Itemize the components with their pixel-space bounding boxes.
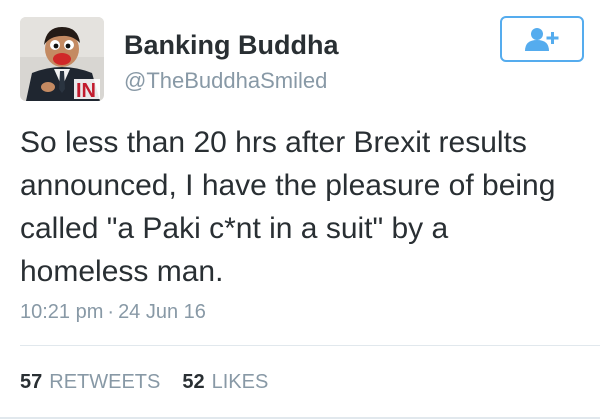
svg-text:IN: IN	[76, 80, 96, 101]
add-user-icon	[525, 28, 559, 51]
timestamp-separator: ·	[107, 301, 115, 323]
tweet-timestamp[interactable]: 10:21 pm · 24 Jun 16	[20, 301, 206, 324]
likes-count: 52	[182, 371, 205, 393]
tweet-text-line: homeless man.	[20, 255, 224, 288]
user-handle[interactable]: @TheBuddhaSmiled	[124, 68, 327, 94]
tweet-text-line: So less than 20 hrs after Brexit results	[20, 126, 527, 159]
tweet-text-line: announced, I have the pleasure of being	[20, 169, 556, 202]
likes-label: LIKES	[211, 371, 269, 393]
tweet-card: IN Banking Buddha @TheBuddhaSmiled So le…	[0, 0, 600, 419]
display-name[interactable]: Banking Buddha	[124, 30, 339, 61]
tweet-date: 24 Jun 16	[118, 301, 206, 323]
retweets-count: 57	[20, 371, 43, 393]
puppet-avatar-image: IN	[20, 17, 104, 101]
retweets-stat[interactable]: 57 RETWEETS	[20, 371, 160, 394]
tweet-time: 10:21 pm	[20, 301, 104, 323]
follow-button[interactable]	[500, 16, 584, 62]
divider	[20, 345, 600, 346]
engagement-stats: 57 RETWEETS 52 LIKES	[20, 371, 290, 394]
avatar[interactable]: IN	[20, 17, 104, 101]
tweet-text: So less than 20 hrs after Brexit results…	[20, 121, 585, 293]
retweets-label: RETWEETS	[49, 371, 161, 393]
likes-stat[interactable]: 52 LIKES	[182, 371, 268, 394]
tweet-text-line: called "a Paki c*nt in a suit" by a	[20, 212, 449, 245]
